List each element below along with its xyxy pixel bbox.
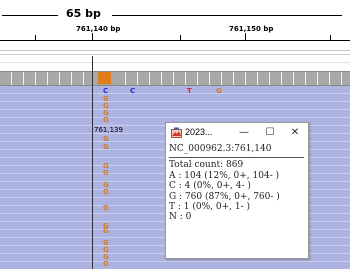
ruler-baseline — [0, 40, 350, 41]
base-g: G — [103, 143, 109, 151]
tick-label-761150: 761,150 bp — [229, 25, 274, 33]
popup-line: C : 4 (0%, 0+, 4- ) — [169, 181, 251, 192]
track-separator — [0, 62, 350, 63]
track-separator — [0, 50, 350, 51]
base-g: G — [103, 227, 109, 235]
base-t: T — [187, 87, 192, 95]
base-c: C — [103, 87, 109, 95]
base-g: G — [103, 260, 109, 268]
minimize-button[interactable]: — — [235, 124, 253, 142]
close-button[interactable]: ✕ — [286, 124, 304, 142]
base-g: G — [103, 169, 109, 177]
popup-line: T : 1 (0%, 0+, 1- ) — [169, 202, 250, 213]
tick-label-761140: 761,140 bp — [76, 25, 121, 33]
popup-content: NC_000962.3:761,140 Total count: 869 A :… — [169, 144, 280, 223]
igv-app-icon — [171, 127, 182, 138]
track-separator — [0, 54, 350, 55]
base-g: G — [103, 116, 109, 124]
popup-line: G : 760 (87%, 0+, 760- ) — [169, 191, 280, 202]
span-line-right — [112, 15, 342, 16]
base-g: G — [103, 188, 109, 196]
coverage-track[interactable] — [0, 71, 350, 86]
span-line-left — [2, 15, 58, 16]
popup-line: A : 104 (12%, 0+, 104- ) — [169, 170, 280, 181]
base-c: C — [130, 87, 136, 95]
coverage-mismatch-bar[interactable] — [98, 72, 111, 84]
maximize-button[interactable]: ☐ — [261, 124, 279, 142]
popup-window[interactable]: 2023... — ☐ ✕ NC_000962.3:761,140 Total … — [165, 122, 309, 259]
base-g: G — [103, 135, 109, 143]
popup-title: 2023... — [185, 127, 213, 137]
center-guide-line — [92, 56, 93, 269]
position-label: 761,139 — [94, 126, 123, 134]
popup-line: N : 0 — [169, 212, 192, 223]
popup-locus: NC_000962.3:761,140 — [169, 144, 272, 154]
base-g: G — [103, 204, 109, 212]
base-g: G — [216, 87, 222, 95]
span-label: 65 bp — [64, 7, 103, 20]
popup-divider — [169, 157, 304, 158]
popup-titlebar[interactable]: 2023... — ☐ ✕ — [166, 123, 308, 143]
popup-line: Total count: 869 — [169, 160, 244, 171]
